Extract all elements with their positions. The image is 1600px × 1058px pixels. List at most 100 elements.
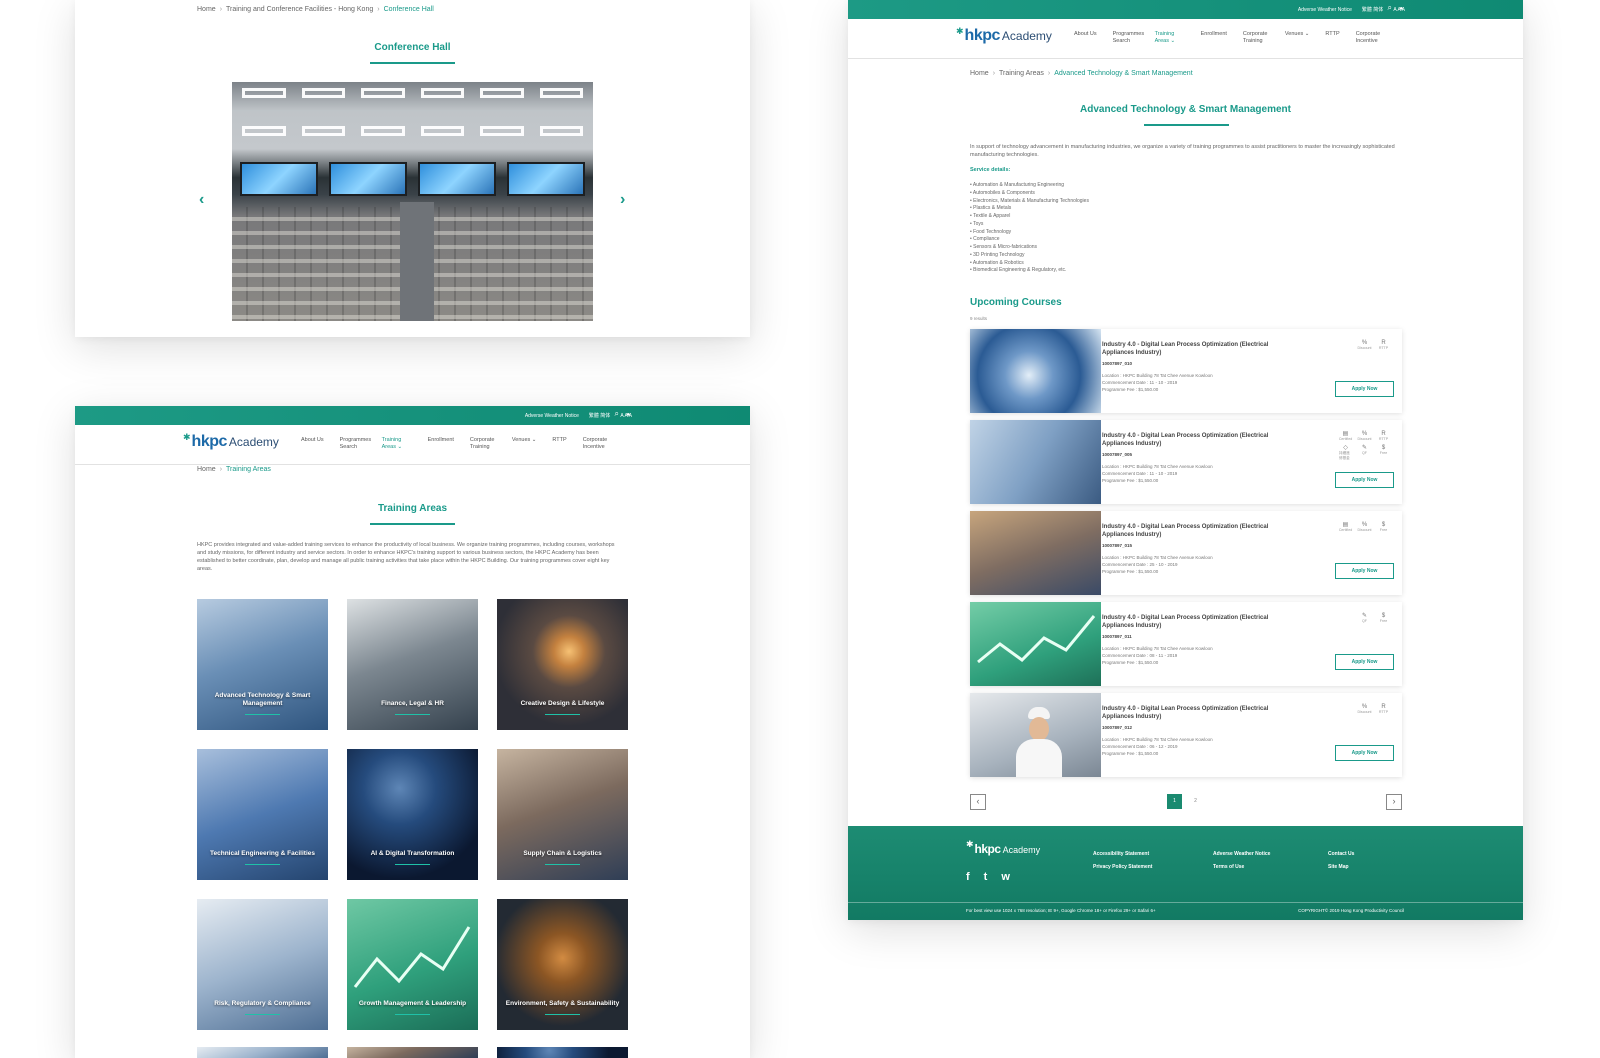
nav-corporate-incentive[interactable]: Corporate Incentive (583, 437, 611, 451)
tile-partial[interactable] (197, 1047, 328, 1058)
tile-environment-safety[interactable]: Environment, Safety & Sustainability (497, 899, 628, 1030)
service-item: Textile & Apparel (970, 213, 1089, 221)
conference-hall-photo (232, 82, 593, 321)
tile-creative-design[interactable]: Creative Design & Lifestyle (497, 599, 628, 730)
breadcrumb-home[interactable]: Home (197, 6, 216, 13)
adverse-weather-link[interactable]: Adverse Weather Notice (525, 413, 579, 419)
badge-label: Free (1379, 528, 1388, 532)
course-thumbnail[interactable] (970, 511, 1101, 595)
footer-column-1: Accessibility Statement Privacy Policy S… (1093, 848, 1152, 874)
footer-link-adverse-weather[interactable]: Adverse Weather Notice (1213, 848, 1270, 861)
service-item: Toys (970, 221, 1089, 229)
tile-partial[interactable] (497, 1047, 628, 1058)
apply-now-button[interactable]: Apply Now (1335, 381, 1394, 397)
footer-link-terms[interactable]: Terms of Use (1213, 861, 1270, 874)
tile-risk-regulatory[interactable]: Risk, Regulatory & Compliance (197, 899, 328, 1030)
carousel-prev-arrow-icon[interactable]: ‹ (199, 191, 204, 209)
nav-enrollment[interactable]: Enrollment (1201, 31, 1227, 45)
user-icon[interactable]: ● (626, 412, 630, 418)
hkpc-academy-logo[interactable]: ✱ hkpc Academy (956, 26, 1052, 45)
course-title[interactable]: Industry 4.0 - Digital Lean Process Opti… (1102, 615, 1282, 631)
conference-hall-page: Home › Training and Conference Facilities … (75, 0, 750, 337)
course-meta: Location : HKPC Building 78 Tat Chee Ave… (1102, 737, 1213, 758)
pager-next-button[interactable]: › (1386, 794, 1402, 810)
course-badge: % Discount (1358, 431, 1372, 441)
course-card[interactable]: Industry 4.0 - Digital Lean Process Opti… (970, 693, 1402, 777)
nav-corporate-training[interactable]: Corporate Training (470, 437, 496, 451)
course-title[interactable]: Industry 4.0 - Digital Lean Process Opti… (1102, 342, 1282, 358)
course-thumbnail[interactable] (970, 420, 1101, 504)
apply-now-button[interactable]: Apply Now (1335, 654, 1394, 670)
course-code: 10007897_012 (1102, 725, 1133, 730)
course-thumbnail[interactable] (970, 602, 1101, 686)
course-card[interactable]: Industry 4.0 - Digital Lean Process Opti… (970, 602, 1402, 686)
breadcrumb-facilities[interactable]: Training and Conference Facilities - Hon… (226, 6, 373, 13)
tile-ai-digital[interactable]: AI & Digital Transformation (347, 749, 478, 880)
nav-about-us[interactable]: About Us (1074, 31, 1097, 45)
course-card[interactable]: Industry 4.0 - Digital Lean Process Opti… (970, 420, 1402, 504)
course-thumbnail[interactable] (970, 693, 1101, 777)
site-footer: ✱ hkpc Academy Accessibility Statement P… (848, 826, 1523, 920)
hkpc-academy-logo[interactable]: ✱ hkpc Academy (183, 432, 279, 451)
language-switch[interactable]: 繁體 简体 (589, 412, 610, 419)
breadcrumb-home[interactable]: Home (970, 70, 989, 77)
nav-venues[interactable]: Venues ⌄ (512, 437, 537, 451)
page-title: Conference Hall (374, 42, 451, 53)
course-badges: % Discount R RTTP (1334, 704, 1390, 714)
tile-supply-chain[interactable]: Supply Chain & Logistics (497, 749, 628, 880)
nav-training-areas[interactable]: Training Areas ⌄ (1155, 31, 1185, 45)
tile-technical-engineering[interactable]: Technical Engineering & Facilities (197, 749, 328, 880)
tile-label: Finance, Legal & HR (381, 699, 444, 707)
language-switch[interactable]: 繁體 简体 (1362, 6, 1383, 13)
weibo-icon[interactable]: w (1001, 871, 1010, 883)
breadcrumb-training-areas[interactable]: Training Areas (999, 70, 1044, 77)
course-title[interactable]: Industry 4.0 - Digital Lean Process Opti… (1102, 433, 1282, 449)
pager-prev-button[interactable]: ‹ (970, 794, 986, 810)
user-icon[interactable]: ● (1399, 6, 1403, 12)
footer-link-privacy[interactable]: Privacy Policy Statement (1093, 861, 1152, 874)
tile-underline (245, 863, 280, 865)
badge-label: Discount (1357, 528, 1372, 532)
search-icon[interactable]: ⌕ (615, 410, 619, 418)
facebook-icon[interactable]: f (966, 871, 970, 883)
nav-programmes-search[interactable]: Programmes Search (340, 437, 371, 451)
course-card[interactable]: Industry 4.0 - Digital Lean Process Opti… (970, 329, 1402, 413)
page-1-button[interactable]: 1 (1167, 794, 1182, 809)
nav-corporate-incentive[interactable]: Corporate Incentive (1356, 31, 1384, 45)
apply-now-button[interactable]: Apply Now (1335, 563, 1394, 579)
carousel-next-arrow-icon[interactable]: › (620, 191, 625, 209)
course-thumbnail[interactable] (970, 329, 1101, 413)
footer-link-contact[interactable]: Contact Us (1328, 848, 1354, 861)
tile-growth-management[interactable]: Growth Management & Leadership (347, 899, 478, 1030)
nav-venues[interactable]: Venues ⌄ (1285, 31, 1310, 45)
tile-partial[interactable] (347, 1047, 478, 1058)
logo-hkpc: hkpc (191, 433, 228, 450)
tile-finance-legal-hr[interactable]: Finance, Legal & HR (347, 599, 478, 730)
logo-star-icon: ✱ (956, 26, 964, 36)
footer-link-sitemap[interactable]: Site Map (1328, 861, 1354, 874)
page-2-button[interactable]: 2 (1188, 794, 1203, 809)
logo-academy: Academy (1002, 845, 1041, 855)
apply-now-button[interactable]: Apply Now (1335, 472, 1394, 488)
service-item: Automation & Robotics (970, 260, 1089, 268)
adverse-weather-link[interactable]: Adverse Weather Notice (1298, 7, 1352, 13)
course-title[interactable]: Industry 4.0 - Digital Lean Process Opti… (1102, 524, 1282, 540)
breadcrumb-home[interactable]: Home (197, 466, 216, 473)
twitter-icon[interactable]: t (984, 871, 988, 883)
tile-advanced-technology[interactable]: Advanced Technology & Smart Management (197, 599, 328, 730)
footer-logo[interactable]: ✱ hkpc Academy (966, 839, 1041, 856)
course-title[interactable]: Industry 4.0 - Digital Lean Process Opti… (1102, 706, 1282, 722)
nav-about-us[interactable]: About Us (301, 437, 324, 451)
nav-programmes-search[interactable]: Programmes Search (1113, 31, 1144, 45)
nav-rttp[interactable]: RTTP (1325, 31, 1339, 45)
nav-training-areas[interactable]: Training Areas ⌄ (382, 437, 412, 451)
course-code: 10007897_010 (1102, 361, 1133, 366)
nav-enrollment[interactable]: Enrollment (428, 437, 454, 451)
apply-now-button[interactable]: Apply Now (1335, 745, 1394, 761)
course-card[interactable]: Industry 4.0 - Digital Lean Process Opti… (970, 511, 1402, 595)
search-icon[interactable]: ⌕ (1388, 4, 1392, 12)
footer-divider (848, 902, 1523, 903)
nav-rttp[interactable]: RTTP (552, 437, 566, 451)
nav-corporate-training[interactable]: Corporate Training (1243, 31, 1269, 45)
footer-link-accessibility[interactable]: Accessibility Statement (1093, 848, 1152, 861)
